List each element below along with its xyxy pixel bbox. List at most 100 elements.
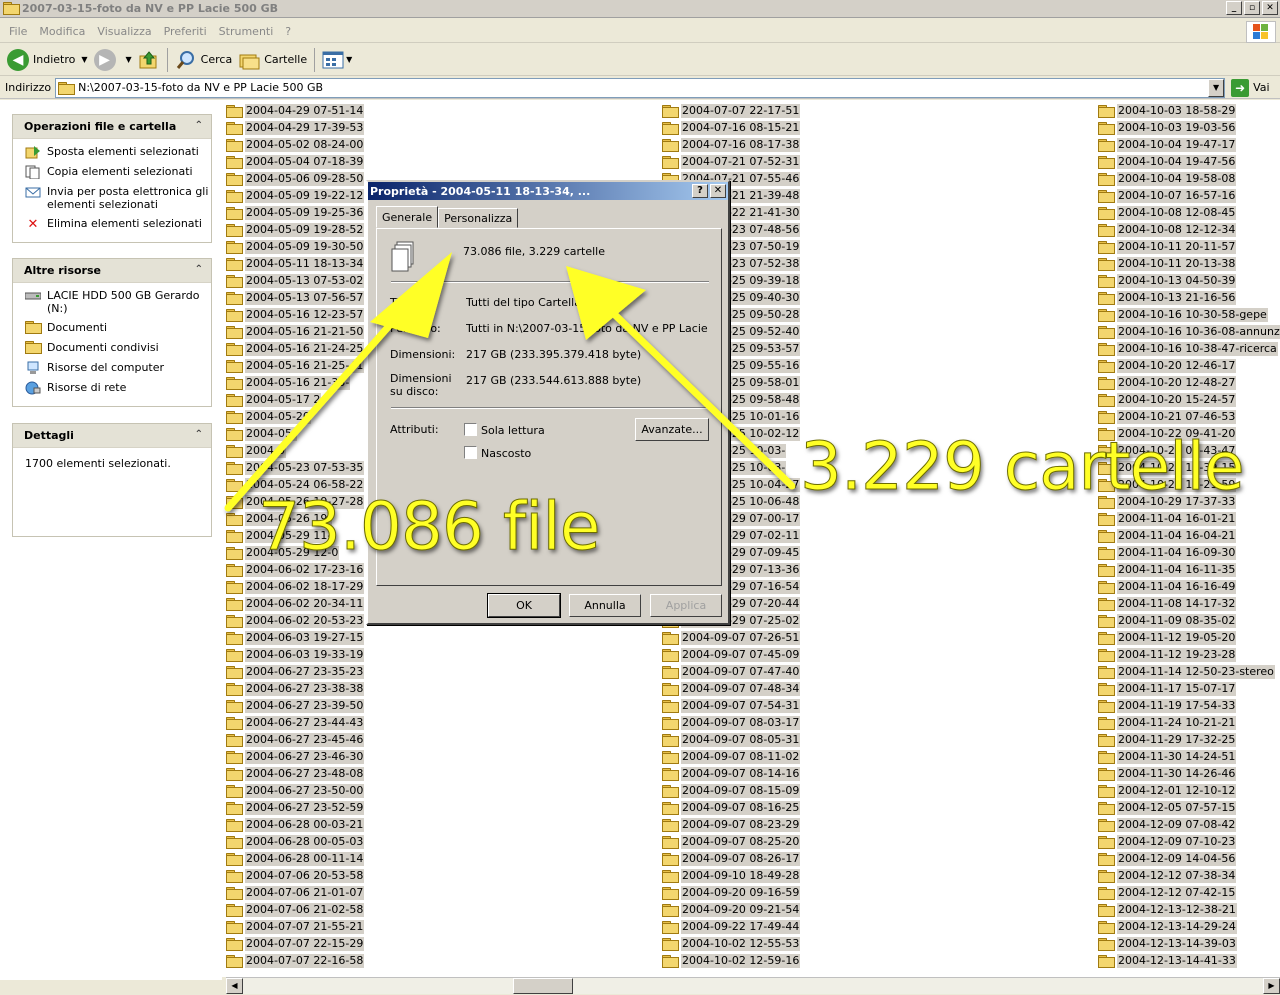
folder-item[interactable]: 2004-10-03 18-58-29 xyxy=(1098,102,1280,119)
menu-strumenti[interactable]: Strumenti xyxy=(213,25,280,38)
back-button[interactable]: ◀ Indietro ▼ xyxy=(4,47,91,73)
folder-item[interactable]: 2004-05-16 21-33- xyxy=(226,374,364,391)
folder-item[interactable]: 2004-05-17 2 xyxy=(226,391,364,408)
move-items-link[interactable]: Sposta elementi selezionati xyxy=(25,145,211,159)
folder-item[interactable]: 2004-10-04 19-47-56 xyxy=(1098,153,1280,170)
folder-item[interactable]: 2004-10-03 19-03-56 xyxy=(1098,119,1280,136)
folder-item[interactable]: 2004-09-07 08-16-25 xyxy=(662,799,801,816)
folders-button[interactable]: Cartelle xyxy=(235,47,310,73)
folder-item[interactable]: 2004-05-23 07-53-35 xyxy=(226,459,365,476)
folder-item[interactable]: 2004-05-02 08-24-00 xyxy=(226,136,365,153)
folder-item[interactable]: 2004-11-04 16-11-35 xyxy=(1098,561,1280,578)
email-items-link[interactable]: Invia per posta elettronica gli elementi… xyxy=(25,185,211,211)
folder-item[interactable]: 2004-12-09 14-04-56 xyxy=(1098,850,1280,867)
folder-item[interactable]: 2004-06-02 20-53-23 xyxy=(226,612,365,629)
folder-item[interactable]: 2004-05- xyxy=(226,425,364,442)
go-button[interactable]: ➜ Vai xyxy=(1231,78,1270,97)
folder-item[interactable]: 2004-07-16 08-15-21 xyxy=(662,119,801,136)
scroll-thumb[interactable] xyxy=(513,978,573,994)
folder-item[interactable]: 2004-06-28 00-11-14 xyxy=(226,850,365,867)
folder-item[interactable]: 2004-10-20 12-46-17 xyxy=(1098,357,1280,374)
folder-item[interactable]: 2004-07-21 07-52-31 xyxy=(662,153,801,170)
folder-item[interactable]: 2004-05-09 19-28-52 xyxy=(226,221,365,238)
folder-item[interactable]: 2004-05-13 07-53-02 xyxy=(226,272,365,289)
folder-item[interactable]: 2004-11-04 16-16-49 xyxy=(1098,578,1280,595)
folder-item[interactable]: 2004-11-04 16-04-21 xyxy=(1098,527,1280,544)
menu-preferiti[interactable]: Preferiti xyxy=(158,25,213,38)
folder-item[interactable]: 2004-0 xyxy=(226,442,364,459)
folder-item[interactable]: 2004-07-06 21-01-07 xyxy=(226,884,365,901)
folder-item[interactable]: 2004-10-07 16-57-16 xyxy=(1098,187,1280,204)
scroll-right-button[interactable]: ▶ xyxy=(1263,978,1280,994)
dialog-help-button[interactable]: ? xyxy=(692,184,708,198)
folder-item[interactable]: 2004-07-06 20-53-58 xyxy=(226,867,365,884)
tab-generale[interactable]: Generale xyxy=(376,206,439,228)
folder-item[interactable]: 2004-12-05 07-57-15 xyxy=(1098,799,1280,816)
folder-item[interactable]: 2004-12-12 07-38-34 xyxy=(1098,867,1280,884)
folder-item[interactable]: 2004-06-28 00-05-03 xyxy=(226,833,365,850)
folder-item[interactable]: 2004-10-04 19-58-08 xyxy=(1098,170,1280,187)
folder-item[interactable]: 2004-09-07 07-45-09 xyxy=(662,646,801,663)
folder-item[interactable]: 2004-05-16 21-25-41 xyxy=(226,357,365,374)
folder-item[interactable]: 2004-11-04 16-09-30 xyxy=(1098,544,1280,561)
shared-documents-link[interactable]: Documenti condivisi xyxy=(25,341,211,355)
folder-item[interactable]: 2004-05-16 12-23-57 xyxy=(226,306,365,323)
readonly-checkbox[interactable] xyxy=(464,423,477,436)
folder-item[interactable]: 2004-06-02 18-17-29 xyxy=(226,578,365,595)
folder-item[interactable]: 2004-05-09 19-22-12 xyxy=(226,187,365,204)
folder-item[interactable]: 2004-06-27 23-35-23 xyxy=(226,663,365,680)
folder-item[interactable]: 2004-05-09 19-30-50 xyxy=(226,238,365,255)
close-button[interactable]: ✕ xyxy=(1262,1,1278,15)
collapse-icon[interactable]: ⌃ xyxy=(195,429,203,440)
folder-item[interactable]: 2004-09-07 08-25-20 xyxy=(662,833,801,850)
my-computer-link[interactable]: Risorse del computer xyxy=(25,361,211,375)
folder-item[interactable]: 2004-10-16 10-36-08-annunzi xyxy=(1098,323,1280,340)
drive-link[interactable]: LACIE HDD 500 GB Gerardo (N:) xyxy=(25,289,211,315)
forward-dropdown-icon[interactable]: ▼ xyxy=(126,55,132,64)
folder-item[interactable]: 2004-11-09 08-35-02 xyxy=(1098,612,1280,629)
folder-item[interactable]: 2004-05-06 09-28-50 xyxy=(226,170,365,187)
views-button[interactable]: ▼ xyxy=(319,47,355,73)
address-dropdown-button[interactable]: ▼ xyxy=(1208,78,1225,97)
folder-item[interactable]: 2004-10-11 20-13-38 xyxy=(1098,255,1280,272)
folder-item[interactable]: 2004-10-08 12-08-45 xyxy=(1098,204,1280,221)
folder-item[interactable]: 2004-11-12 19-05-20 xyxy=(1098,629,1280,646)
copy-items-link[interactable]: Copia elementi selezionati xyxy=(25,165,211,179)
collapse-icon[interactable]: ⌃ xyxy=(195,264,203,275)
folder-item[interactable]: 2004-06-27 23-39-50 xyxy=(226,697,365,714)
folder-item[interactable]: 2004-10-02 12-59-16 xyxy=(662,952,801,969)
folder-item[interactable]: 2004-10-04 19-47-17 xyxy=(1098,136,1280,153)
folder-item[interactable]: 2004-10-20 12-48-27 xyxy=(1098,374,1280,391)
folder-item[interactable]: 2004-06-02 20-34-11 xyxy=(226,595,365,612)
folder-item[interactable]: 2004-07-07 21-55-21 xyxy=(226,918,365,935)
details-header[interactable]: Dettagli ⌃ xyxy=(13,424,211,448)
folder-item[interactable]: 2004-11-14 12-50-23-stereo xyxy=(1098,663,1280,680)
folder-item[interactable]: 2004-09-07 08-11-02 xyxy=(662,748,801,765)
folder-item[interactable]: 2004-06-27 23-48-08 xyxy=(226,765,365,782)
address-field[interactable]: ▼ xyxy=(55,77,1226,98)
folder-item[interactable]: 2004-12-01 12-10-12 xyxy=(1098,782,1280,799)
search-button[interactable]: Cerca xyxy=(172,47,236,73)
folder-item[interactable]: 2004-10-21 07-46-53 xyxy=(1098,408,1280,425)
folder-item[interactable]: 2004-11-04 16-01-21 xyxy=(1098,510,1280,527)
minimize-button[interactable]: _ xyxy=(1226,1,1242,15)
folder-item[interactable]: 2004-04-29 07-51-14 xyxy=(226,102,365,119)
folder-item[interactable]: 2004-12-13-14-29-24 xyxy=(1098,918,1280,935)
folder-item[interactable]: 2004-06-27 23-50-00 xyxy=(226,782,365,799)
folder-item[interactable]: 2004-09-20 09-16-59 xyxy=(662,884,801,901)
folder-item[interactable]: 2004-06-27 23-44-43 xyxy=(226,714,365,731)
address-input[interactable] xyxy=(78,81,1199,94)
folder-item[interactable]: 2004-09-07 07-54-31 xyxy=(662,697,801,714)
folder-item[interactable]: 2004-06-27 23-46-30 xyxy=(226,748,365,765)
folder-item[interactable]: 2004-07-06 21-02-58 xyxy=(226,901,365,918)
folder-item[interactable]: 2004-10-13 21-16-56 xyxy=(1098,289,1280,306)
folder-item[interactable]: 2004-10-16 10-38-47-ricerca xyxy=(1098,340,1280,357)
folder-item[interactable]: 2004-07-16 08-17-38 xyxy=(662,136,801,153)
folder-item[interactable]: 2004-12-09 07-08-42 xyxy=(1098,816,1280,833)
folder-item[interactable]: 2004-06-28 00-03-21 xyxy=(226,816,365,833)
folder-item[interactable]: 2004-05-13 07-56-57 xyxy=(226,289,365,306)
menu-help[interactable]: ? xyxy=(279,25,297,38)
tab-personalizza[interactable]: Personalizza xyxy=(438,208,519,228)
back-dropdown-icon[interactable]: ▼ xyxy=(81,55,87,64)
folder-item[interactable]: 2004-10-02 12-55-53 xyxy=(662,935,801,952)
